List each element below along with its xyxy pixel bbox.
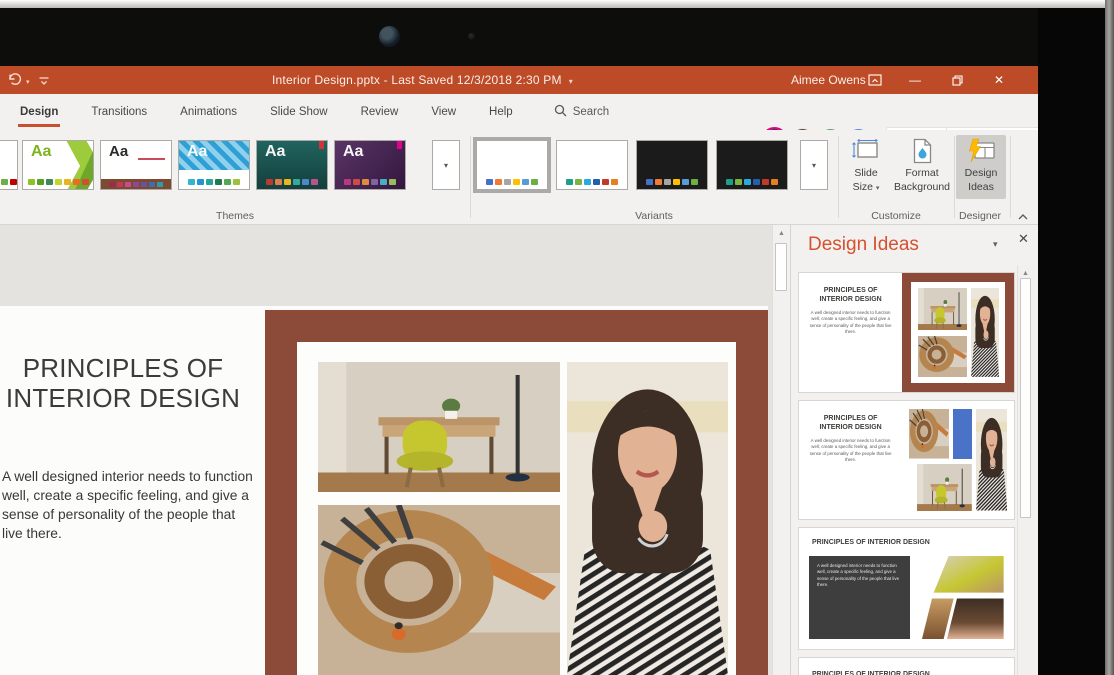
slide-editor: PRINCIPLES OF INTERIOR DESIGN A well des… bbox=[0, 225, 790, 675]
tab-animations[interactable]: Animations bbox=[178, 94, 239, 130]
group-label-themes: Themes bbox=[0, 210, 470, 222]
slide-size-button[interactable]: Slide Size ▾ bbox=[842, 138, 890, 194]
photo-desk-chair[interactable] bbox=[318, 362, 560, 492]
device-bezel-right bbox=[1038, 8, 1105, 675]
design-ideas-panel: Design Ideas ▾ ✕ PRINCIPLES OF INTERIOR … bbox=[790, 225, 1038, 675]
theme-thumbnail[interactable]: Aa bbox=[334, 140, 406, 190]
design-idea-card[interactable]: PRINCIPLES OF INTERIOR DESIGN A well des… bbox=[798, 527, 1015, 650]
design-idea-card[interactable]: PRINCIPLES OF INTERIOR DESIGN A well des… bbox=[798, 400, 1015, 520]
card-collage bbox=[912, 556, 1004, 639]
design-ideas-button[interactable]: Design Ideas bbox=[956, 135, 1006, 199]
device-screenshot: ▾ Interior Design.pptx - Last Saved 12/3… bbox=[0, 0, 1114, 675]
theme-thumbnail[interactable]: Aa bbox=[256, 140, 328, 190]
title-dropdown-caret: ▾ bbox=[569, 77, 573, 86]
design-idea-card[interactable]: PRINCIPLES OF INTERIOR DESIGN A well des… bbox=[798, 272, 1015, 393]
ribbon-tab-row: Design Transitions Animations Slide Show… bbox=[0, 94, 1038, 130]
ribbon-content: Aa Aa Aa Aa Aa ▾ bbox=[0, 130, 1038, 225]
front-camera bbox=[379, 26, 400, 47]
theme-thumbnail[interactable]: Aa bbox=[22, 140, 94, 190]
scrollbar-thumb[interactable] bbox=[775, 243, 787, 291]
photo-woman-portrait[interactable] bbox=[567, 362, 728, 675]
variants-gallery-dropdown[interactable]: ▾ bbox=[800, 140, 828, 190]
ribbon-tabs: Design Transitions Animations Slide Show… bbox=[18, 94, 611, 130]
design-idea-card[interactable]: PRINCIPLES OF INTERIOR DESIGN bbox=[798, 657, 1015, 675]
theme-thumbnail[interactable]: Aa bbox=[178, 140, 250, 190]
tab-transitions[interactable]: Transitions bbox=[89, 94, 149, 130]
tab-help[interactable]: Help bbox=[487, 94, 515, 130]
device-top-edge bbox=[0, 0, 1114, 8]
slide-canvas[interactable]: PRINCIPLES OF INTERIOR DESIGN A well des… bbox=[0, 306, 768, 675]
close-button[interactable]: ✕ bbox=[982, 66, 1016, 94]
device-bezel-top bbox=[0, 8, 1114, 66]
panel-close-icon[interactable]: ✕ bbox=[1018, 231, 1029, 247]
scroll-up-icon[interactable]: ▲ bbox=[773, 225, 790, 237]
tab-slide-show[interactable]: Slide Show bbox=[268, 94, 330, 130]
variant-thumbnail[interactable] bbox=[716, 140, 788, 190]
minimize-button[interactable]: — bbox=[898, 66, 932, 94]
panel-scrollbar[interactable]: ▲ bbox=[1017, 265, 1033, 675]
powerpoint-window: ▾ Interior Design.pptx - Last Saved 12/3… bbox=[0, 66, 1038, 675]
title-bar: ▾ Interior Design.pptx - Last Saved 12/3… bbox=[0, 66, 1038, 94]
document-title[interactable]: Interior Design.pptx - Last Saved 12/3/2… bbox=[272, 66, 573, 94]
scrollbar-thumb[interactable] bbox=[1020, 278, 1031, 518]
photo-collage-frame[interactable] bbox=[265, 310, 768, 675]
search-icon bbox=[554, 104, 567, 120]
slide-title[interactable]: PRINCIPLES OF INTERIOR DESIGN bbox=[0, 353, 246, 414]
photo-staircase[interactable] bbox=[318, 505, 560, 675]
collage-mat bbox=[297, 342, 736, 675]
search-box[interactable]: Search bbox=[552, 94, 611, 130]
design-ideas-icon bbox=[956, 138, 1006, 164]
camera-sensor-dot bbox=[468, 33, 475, 40]
variant-thumbnail[interactable] bbox=[556, 140, 628, 190]
scroll-up-icon[interactable]: ▲ bbox=[1018, 265, 1033, 277]
tab-view[interactable]: View bbox=[429, 94, 458, 130]
pin-icon bbox=[319, 141, 324, 149]
slide-body-text[interactable]: A well designed interior needs to functi… bbox=[2, 467, 258, 543]
theme-thumbnail[interactable]: Aa bbox=[100, 140, 172, 190]
panel-dropdown-caret[interactable]: ▾ bbox=[993, 239, 998, 250]
card-collage bbox=[902, 401, 1014, 519]
user-name[interactable]: Aimee Owens bbox=[791, 66, 866, 94]
undo-dropdown-caret[interactable]: ▾ bbox=[26, 78, 30, 86]
undo-icon[interactable] bbox=[7, 73, 22, 91]
blue-tile bbox=[953, 409, 972, 459]
slide-size-icon bbox=[842, 138, 890, 164]
format-background-button[interactable]: Format Background bbox=[892, 138, 952, 194]
group-label-customize: Customize bbox=[838, 210, 954, 222]
device-right-edge bbox=[1105, 0, 1114, 675]
group-label-variants: Variants bbox=[470, 210, 838, 222]
card-collage bbox=[902, 273, 1014, 392]
themes-gallery-dropdown[interactable]: ▾ bbox=[432, 140, 460, 190]
panel-title: Design Ideas bbox=[808, 234, 919, 256]
format-background-icon bbox=[892, 138, 952, 164]
tab-review[interactable]: Review bbox=[359, 94, 401, 130]
search-label: Search bbox=[573, 106, 609, 118]
restore-button[interactable] bbox=[940, 66, 974, 94]
variant-thumbnail[interactable] bbox=[476, 140, 548, 190]
group-label-designer: Designer bbox=[950, 210, 1010, 222]
tab-design[interactable]: Design bbox=[18, 94, 60, 130]
collapse-ribbon-icon[interactable] bbox=[1017, 208, 1029, 226]
pin-icon bbox=[397, 141, 402, 149]
theme-thumbnail-partial[interactable] bbox=[0, 140, 18, 190]
customize-qat-icon[interactable] bbox=[38, 73, 50, 91]
quick-access-toolbar: ▾ bbox=[7, 73, 50, 91]
ribbon-display-options-icon[interactable] bbox=[858, 66, 892, 94]
editor-scrollbar[interactable]: ▲ bbox=[772, 225, 790, 675]
variant-thumbnail[interactable] bbox=[636, 140, 708, 190]
